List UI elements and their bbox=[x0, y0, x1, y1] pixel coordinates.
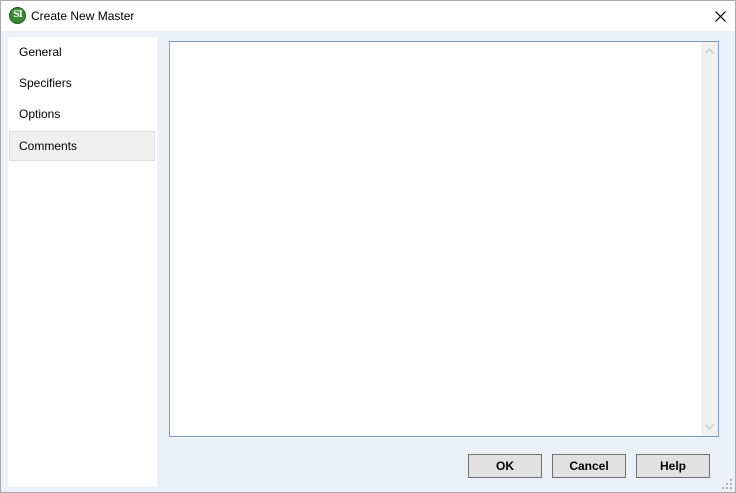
ok-button[interactable]: OK bbox=[468, 454, 542, 478]
app-logo-icon: SI bbox=[9, 7, 26, 24]
dialog-window: SI Create New Master General Specifiers … bbox=[0, 0, 736, 493]
scroll-up-icon[interactable] bbox=[705, 48, 714, 54]
sidebar-item-options[interactable]: Options bbox=[9, 99, 155, 129]
sidebar-item-general[interactable]: General bbox=[9, 37, 155, 67]
resize-grip-icon[interactable] bbox=[722, 479, 732, 489]
vertical-scrollbar[interactable] bbox=[701, 42, 718, 436]
title-bar[interactable]: SI Create New Master bbox=[1, 1, 735, 31]
cancel-button[interactable]: Cancel bbox=[552, 454, 626, 478]
comments-textarea[interactable] bbox=[169, 41, 719, 437]
help-button[interactable]: Help bbox=[636, 454, 710, 478]
close-button[interactable] bbox=[705, 3, 735, 29]
sidebar-item-specifiers[interactable]: Specifiers bbox=[9, 68, 155, 98]
close-icon bbox=[715, 11, 726, 22]
scroll-down-icon[interactable] bbox=[705, 424, 714, 430]
app-logo-text: SI bbox=[13, 10, 23, 20]
sidebar-item-comments[interactable]: Comments bbox=[9, 131, 155, 161]
sidebar-nav: General Specifiers Options Comments bbox=[8, 37, 157, 487]
window-title: Create New Master bbox=[31, 9, 135, 23]
